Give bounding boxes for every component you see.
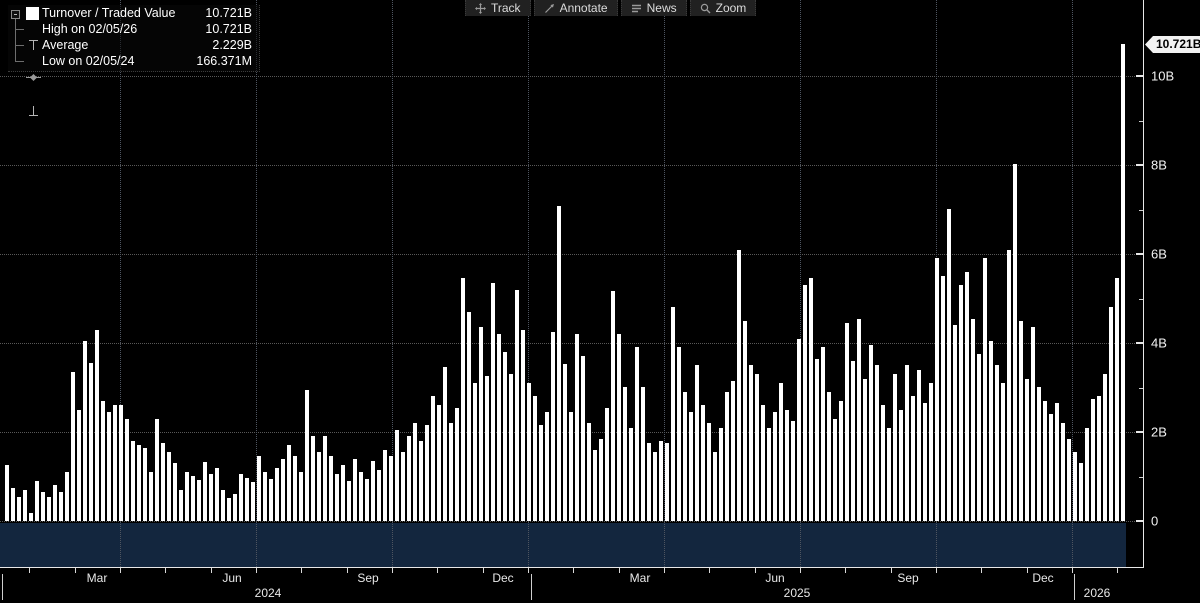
x-month-tick: [1027, 568, 1028, 573]
x-month-tick: [936, 568, 937, 573]
x-month-tick: [483, 568, 484, 573]
y-minor-tick: [1139, 210, 1143, 211]
year-separator: [531, 574, 532, 600]
x-month-label: Dec: [1032, 571, 1053, 585]
chart-window: 10B 8B 6B 4B 2B 0 Mar Jun Sep Dec Mar Jun Sep Dec 202…: [0, 0, 1200, 603]
x-month-tick: [347, 568, 348, 573]
low-label: Low on 02/05/24: [42, 53, 134, 69]
low-value: 166.371M: [196, 53, 252, 69]
y-axis-line: [1143, 0, 1144, 568]
zoom-button[interactable]: Zoom: [690, 0, 757, 16]
average-marker-icon: [26, 74, 41, 81]
x-month-label: Jun: [222, 571, 241, 585]
y-tick-label: 6B: [1151, 247, 1167, 262]
x-month-tick: [891, 568, 892, 573]
y-major-tick: [1136, 253, 1143, 255]
legend-panel: Turnover / Traded Value 10.721B High on …: [8, 5, 260, 72]
x-year-label: 2024: [255, 586, 282, 600]
y-major-tick: [1136, 164, 1143, 166]
zoom-icon: [700, 3, 711, 14]
x-month-tick: [301, 568, 302, 573]
x-month-label: Dec: [492, 571, 513, 585]
x-month-tick: [1072, 568, 1073, 573]
x-month-tick: [619, 568, 620, 573]
x-month-tick: [437, 568, 438, 573]
annotate-button[interactable]: Annotate: [534, 0, 618, 16]
news-button[interactable]: News: [621, 0, 687, 16]
x-month-tick: [845, 568, 846, 573]
x-month-tick: [392, 568, 393, 573]
track-button[interactable]: Track: [465, 0, 531, 16]
series-swatch-icon: [26, 7, 39, 20]
x-month-tick: [709, 568, 710, 573]
y-tick-label: 10B: [1151, 69, 1174, 84]
y-minor-tick: [1139, 121, 1143, 122]
x-month-tick: [75, 568, 76, 573]
y-minor-tick: [1139, 477, 1143, 478]
average-label: Average: [42, 37, 88, 53]
last-value-tag: 10.721B: [1145, 36, 1200, 53]
x-month-tick: [981, 568, 982, 573]
legend-row-average[interactable]: Average 2.229B: [8, 37, 259, 53]
average-value: 2.229B: [212, 37, 252, 53]
x-year-label: 2026: [1084, 586, 1111, 600]
x-month-tick: [165, 568, 166, 573]
x-month-tick: [256, 568, 257, 573]
x-month-tick: [120, 568, 121, 573]
x-month-tick: [1117, 568, 1118, 573]
y-major-tick: [1136, 431, 1143, 433]
y-tick-label: 4B: [1151, 336, 1167, 351]
track-icon: [475, 3, 486, 14]
x-month-tick: [664, 568, 665, 573]
high-label: High on 02/05/26: [42, 21, 137, 37]
legend-row-high[interactable]: High on 02/05/26 10.721B: [8, 21, 259, 37]
y-tick-label: 8B: [1151, 158, 1167, 173]
year-separator: [2, 574, 3, 600]
x-month-tick: [800, 568, 801, 573]
news-icon: [631, 3, 642, 14]
y-tick-label: 0: [1151, 514, 1158, 529]
x-axis-line: [0, 567, 1144, 568]
chart-toolbar: Track Annotate News: [465, 0, 756, 16]
x-month-tick: [528, 568, 529, 573]
high-value: 10.721B: [205, 21, 252, 37]
x-month-tick: [573, 568, 574, 573]
y-minor-tick: [1139, 299, 1143, 300]
y-minor-tick: [1139, 388, 1143, 389]
x-year-label: 2025: [784, 586, 811, 600]
x-month-label: Mar: [87, 571, 108, 585]
x-month-label: Jun: [765, 571, 784, 585]
y-major-tick: [1136, 520, 1143, 522]
x-month-tick: [755, 568, 756, 573]
x-month-tick: [211, 568, 212, 573]
x-month-label: Sep: [897, 571, 918, 585]
y-major-tick: [1136, 75, 1143, 77]
series-label: Turnover / Traded Value: [42, 5, 175, 21]
series-value: 10.721B: [205, 5, 252, 21]
y-major-tick: [1136, 342, 1143, 344]
y-tick-label: 2B: [1151, 425, 1167, 440]
legend-row-low[interactable]: Low on 02/05/24 166.371M: [8, 53, 259, 69]
year-separator: [1074, 574, 1075, 600]
annotate-icon: [544, 3, 555, 14]
x-month-tick: [29, 568, 30, 573]
legend-row-series[interactable]: Turnover / Traded Value 10.721B: [8, 5, 259, 21]
low-marker-icon: [29, 106, 38, 116]
x-month-label: Sep: [357, 571, 378, 585]
x-month-label: Mar: [630, 571, 651, 585]
